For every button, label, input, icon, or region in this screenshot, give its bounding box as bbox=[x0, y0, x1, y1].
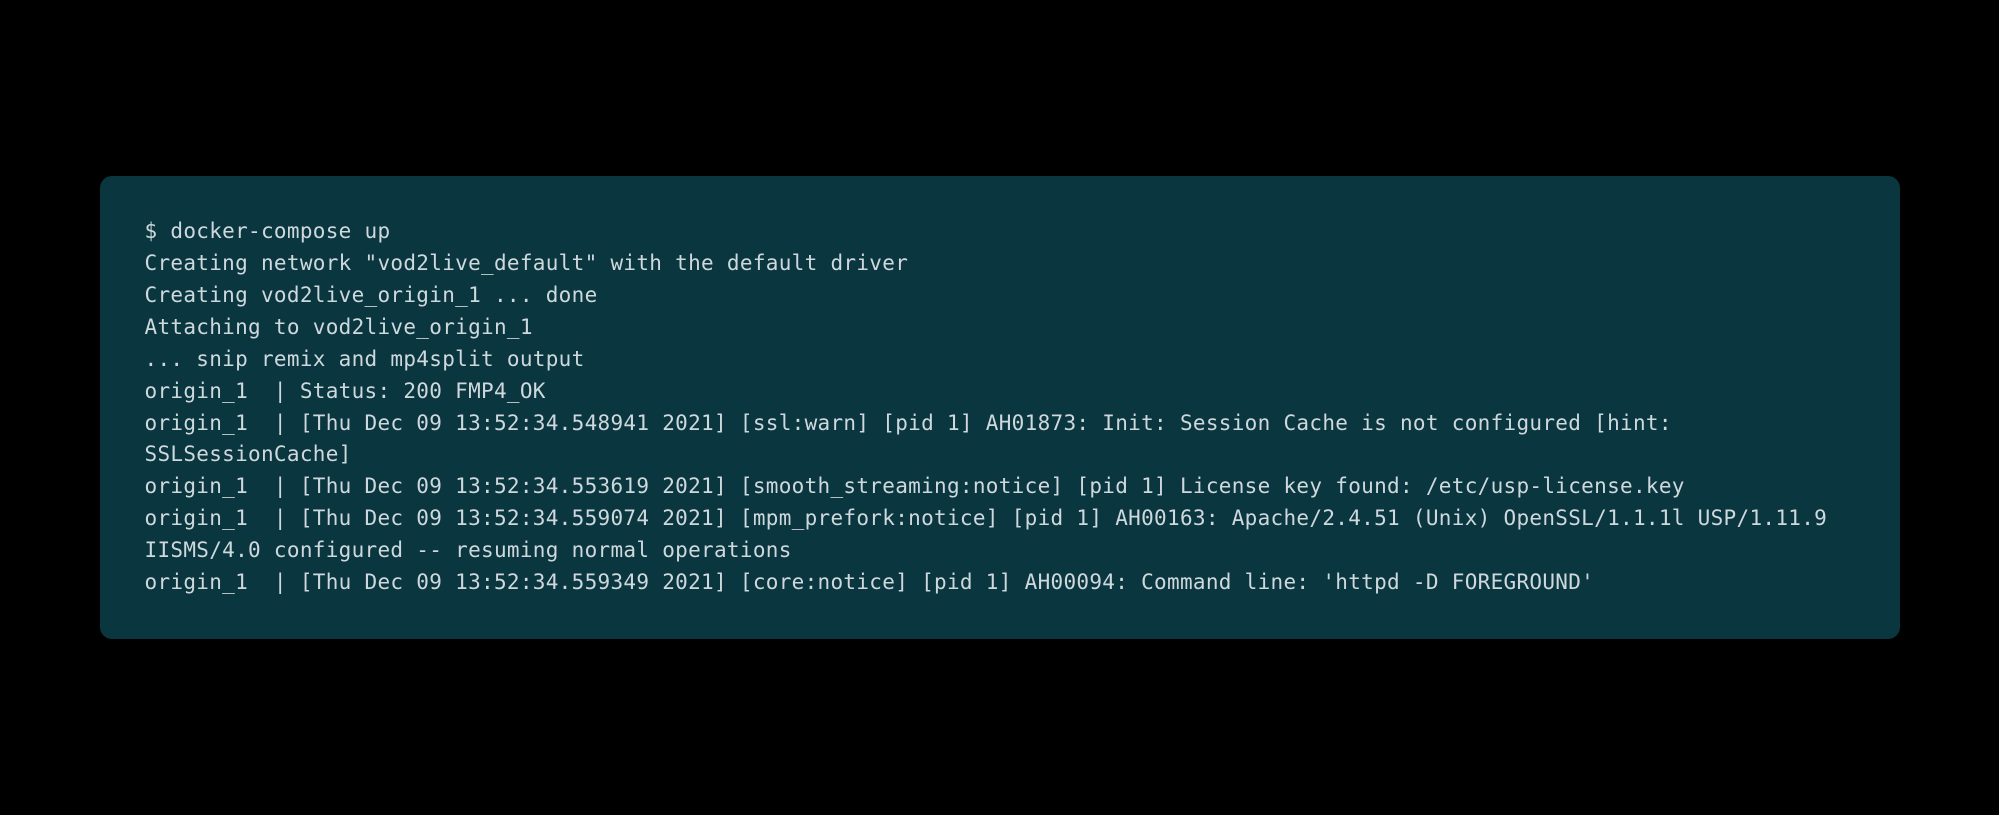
output-line: Attaching to vod2live_origin_1 bbox=[145, 315, 533, 339]
output-line: origin_1 | [Thu Dec 09 13:52:34.553619 2… bbox=[145, 474, 1685, 498]
terminal-window: $ docker-compose up Creating network "vo… bbox=[100, 176, 1900, 639]
output-line: Creating vod2live_origin_1 ... done bbox=[145, 283, 598, 307]
output-line: ... snip remix and mp4split output bbox=[145, 347, 585, 371]
output-line: origin_1 | [Thu Dec 09 13:52:34.559074 2… bbox=[145, 506, 1841, 562]
output-line: origin_1 | [Thu Dec 09 13:52:34.559349 2… bbox=[145, 570, 1595, 594]
terminal-output[interactable]: $ docker-compose up Creating network "vo… bbox=[145, 216, 1855, 599]
output-line: Creating network "vod2live_default" with… bbox=[145, 251, 909, 275]
output-line: origin_1 | Status: 200 FMP4_OK bbox=[145, 379, 546, 403]
output-line: origin_1 | [Thu Dec 09 13:52:34.548941 2… bbox=[145, 411, 1685, 467]
shell-prompt: $ bbox=[145, 219, 171, 243]
shell-command: docker-compose up bbox=[170, 219, 390, 243]
